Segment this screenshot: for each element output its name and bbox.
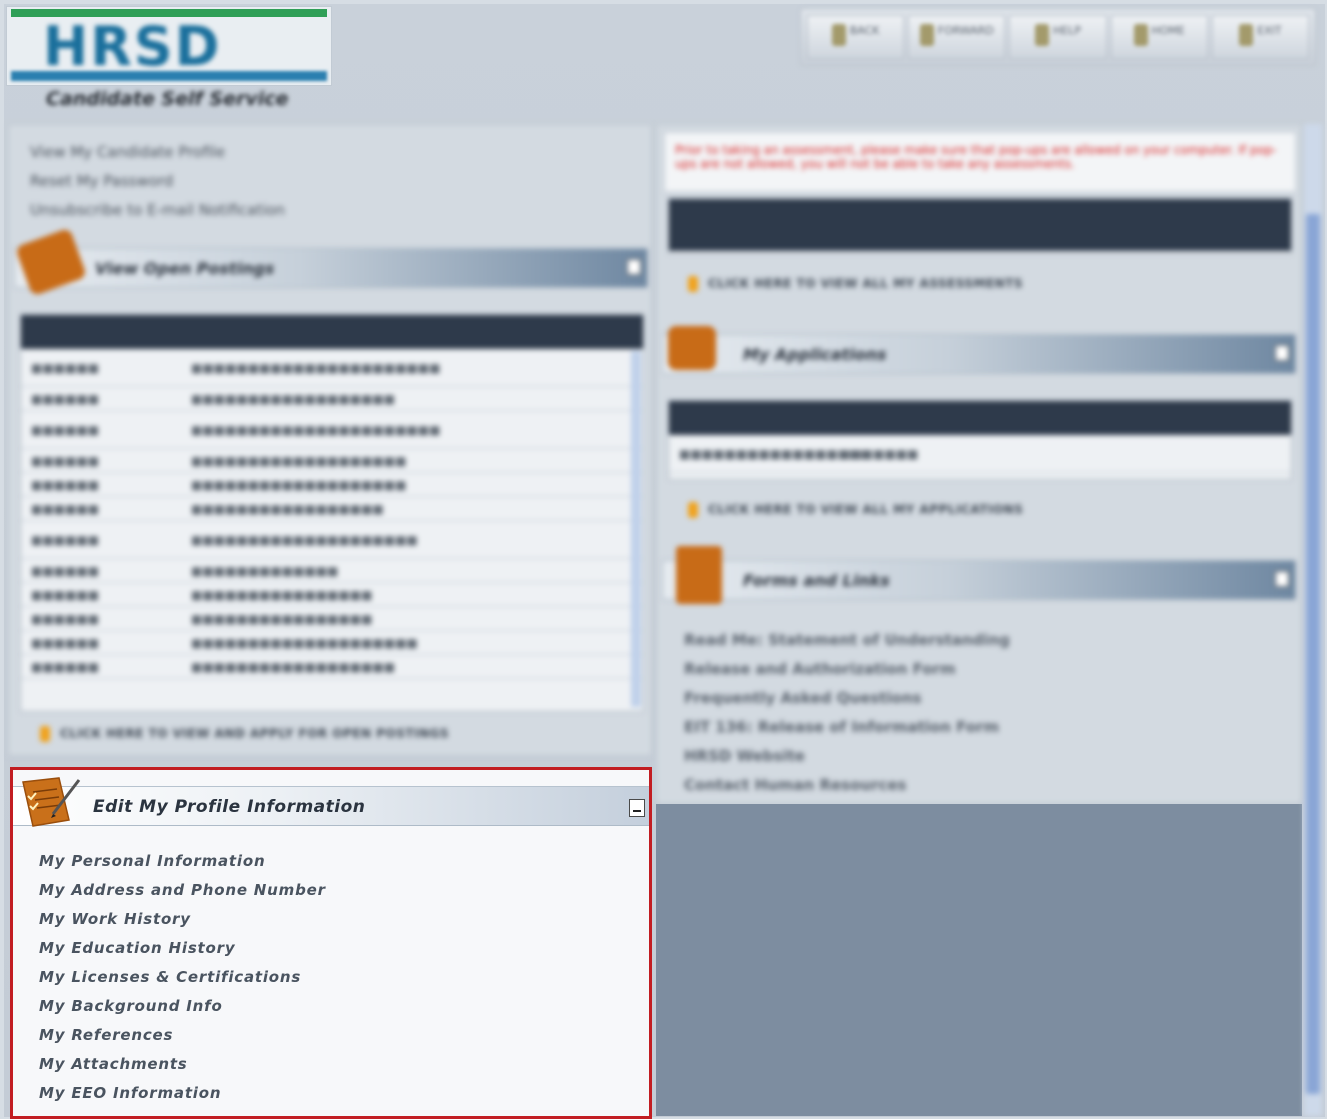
exit-button[interactable]: EXIT	[1211, 15, 1310, 59]
back-button[interactable]: BACK	[807, 15, 905, 59]
edit-profile-panel: Edit My Profile Information My Personal …	[10, 767, 652, 1119]
view-applications-link[interactable]: CLICK HERE TO VIEW ALL MY APPLICATIONS	[688, 502, 1023, 518]
page-scrollbar[interactable]	[1304, 124, 1322, 1116]
attachments-link[interactable]: My Attachments	[39, 1055, 326, 1084]
forms-header: Forms and Links	[662, 560, 1296, 600]
top-navigation: BACK FORWARD HELP HOME EXIT	[800, 8, 1316, 66]
table-header	[669, 401, 1291, 435]
help-button[interactable]: HELP	[1009, 15, 1107, 59]
forms-title: Forms and Links	[743, 571, 890, 590]
applications-title: My Applications	[743, 345, 887, 364]
table-row[interactable]: ■■■■■■ ■■■■■■■■■■■■■■■■	[21, 607, 643, 631]
table-row[interactable]: ■■■■■■■■■■■■■■■■■■■■■■■■	[21, 387, 643, 411]
collapse-forms-button[interactable]	[1275, 571, 1289, 587]
table-row[interactable]: ■■■■■■ ■■■■■■■■■■■■■■■■■■■	[21, 473, 643, 497]
table-scrollbar[interactable]	[631, 351, 641, 707]
form-link[interactable]: Frequently Asked Questions	[684, 684, 1010, 713]
profile-links-list: My Personal Information My Address and P…	[39, 852, 326, 1113]
table-row[interactable]: ■■■■■■ ■■■■■■■■■■■■■■■■■■■■■■	[21, 349, 643, 387]
hrsd-logo[interactable]: HRSD	[6, 6, 332, 86]
logo-text: HRSD	[43, 15, 222, 78]
person-icon	[668, 326, 716, 370]
open-postings-header: View Open Postings	[14, 248, 648, 288]
form-link[interactable]: HRSD Website	[684, 742, 1010, 771]
references-link[interactable]: My References	[39, 1026, 326, 1055]
table-row[interactable]: ■■■■■■■■■■■■■■■■■■■■■■■■	[21, 655, 643, 679]
table-row[interactable]: ■■■■■■ ■■■■■■■■■■■■■■■■■■■■■■	[21, 411, 643, 449]
forward-button[interactable]: FORWARD	[908, 15, 1006, 59]
eeo-information-link[interactable]: My EEO Information	[39, 1084, 326, 1113]
help-icon	[1035, 24, 1050, 46]
collapse-profile-button[interactable]	[629, 799, 645, 817]
unsubscribe-link[interactable]: Unsubscribe to E-mail Notification	[30, 196, 285, 225]
view-profile-link[interactable]: View My Candidate Profile	[30, 138, 285, 167]
collapse-open-postings-button[interactable]	[627, 259, 641, 275]
home-icon	[1133, 24, 1148, 46]
table-header	[669, 199, 1291, 251]
background-info-link[interactable]: My Background Info	[39, 997, 326, 1026]
address-phone-link[interactable]: My Address and Phone Number	[39, 881, 326, 910]
personal-information-link[interactable]: My Personal Information	[39, 852, 326, 881]
edit-notepad-icon	[22, 777, 81, 827]
reset-password-link[interactable]: Reset My Password	[30, 167, 285, 196]
edit-profile-header: Edit My Profile Information	[13, 786, 649, 826]
assessments-table	[668, 198, 1292, 254]
table-row[interactable]: ■■■■■■■■■■■■■■■■■■■■■■■■	[669, 435, 1291, 473]
education-history-link[interactable]: My Education History	[39, 939, 326, 968]
form-link[interactable]: Read Me: Statement of Understanding	[684, 626, 1010, 655]
popup-alert-message: Prior to taking an assessment, please ma…	[664, 132, 1296, 192]
exit-icon	[1239, 24, 1254, 46]
form-link[interactable]: Release and Authorization Form	[684, 655, 1010, 684]
applications-header: My Applications	[662, 334, 1296, 374]
document-icon	[676, 546, 722, 604]
collapse-applications-button[interactable]	[1275, 345, 1289, 361]
open-postings-table: ■■■■■■ ■■■■■■■■■■■■■■■■■■■■■■ ■■■■■■ ■■■■■…	[20, 314, 644, 712]
table-row[interactable]: ■■■■■■ ■■■■■■■■■■■■■■■■■■■	[21, 449, 643, 473]
table-row[interactable]: ■■■■■■ ■■■■■■■■■■■■■■■■■■■■	[21, 631, 643, 655]
view-postings-link[interactable]: CLICK HERE TO VIEW AND APPLY FOR OPEN PO…	[40, 726, 449, 742]
app-title: Candidate Self Service	[46, 88, 289, 110]
licenses-certifications-link[interactable]: My Licenses & Certifications	[39, 968, 326, 997]
table-row[interactable]: ■■■■■■ ■■■■■■■■■■■■■■■■■■■■	[21, 521, 643, 559]
home-button[interactable]: HOME	[1110, 15, 1208, 59]
work-history-link[interactable]: My Work History	[39, 910, 326, 939]
right-empty-area	[656, 804, 1302, 1116]
table-row[interactable]: ■■■■■■ ■■■■■■■■■■■■■■■■	[21, 583, 643, 607]
back-icon	[831, 24, 846, 46]
table-row[interactable]: ■■■■■■ ■■■■■■■■■■■■■	[21, 559, 643, 583]
edit-profile-title: Edit My Profile Information	[93, 797, 366, 817]
form-link[interactable]: Contact Human Resources	[684, 771, 1010, 800]
logo-blue-bar	[11, 71, 327, 81]
page-scrollbar-thumb[interactable]	[1306, 214, 1320, 1094]
forward-icon	[919, 24, 934, 46]
form-link[interactable]: EIT 136: Release of Information Form	[684, 713, 1010, 742]
table-row[interactable]: ■■■■■■ ■■■■■■■■■■■■■■■■■	[21, 497, 643, 521]
open-postings-title: View Open Postings	[95, 259, 275, 278]
table-header	[21, 315, 643, 349]
quick-links: View My Candidate Profile Reset My Passw…	[30, 138, 285, 225]
applications-table: ■■■■■■■■■■■■■■■■■ ■■■■■■■	[668, 400, 1292, 480]
forms-links-list: Read Me: Statement of Understanding Rele…	[684, 626, 1010, 800]
view-assessments-link[interactable]: CLICK HERE TO VIEW ALL MY ASSESSMENTS	[688, 276, 1023, 292]
